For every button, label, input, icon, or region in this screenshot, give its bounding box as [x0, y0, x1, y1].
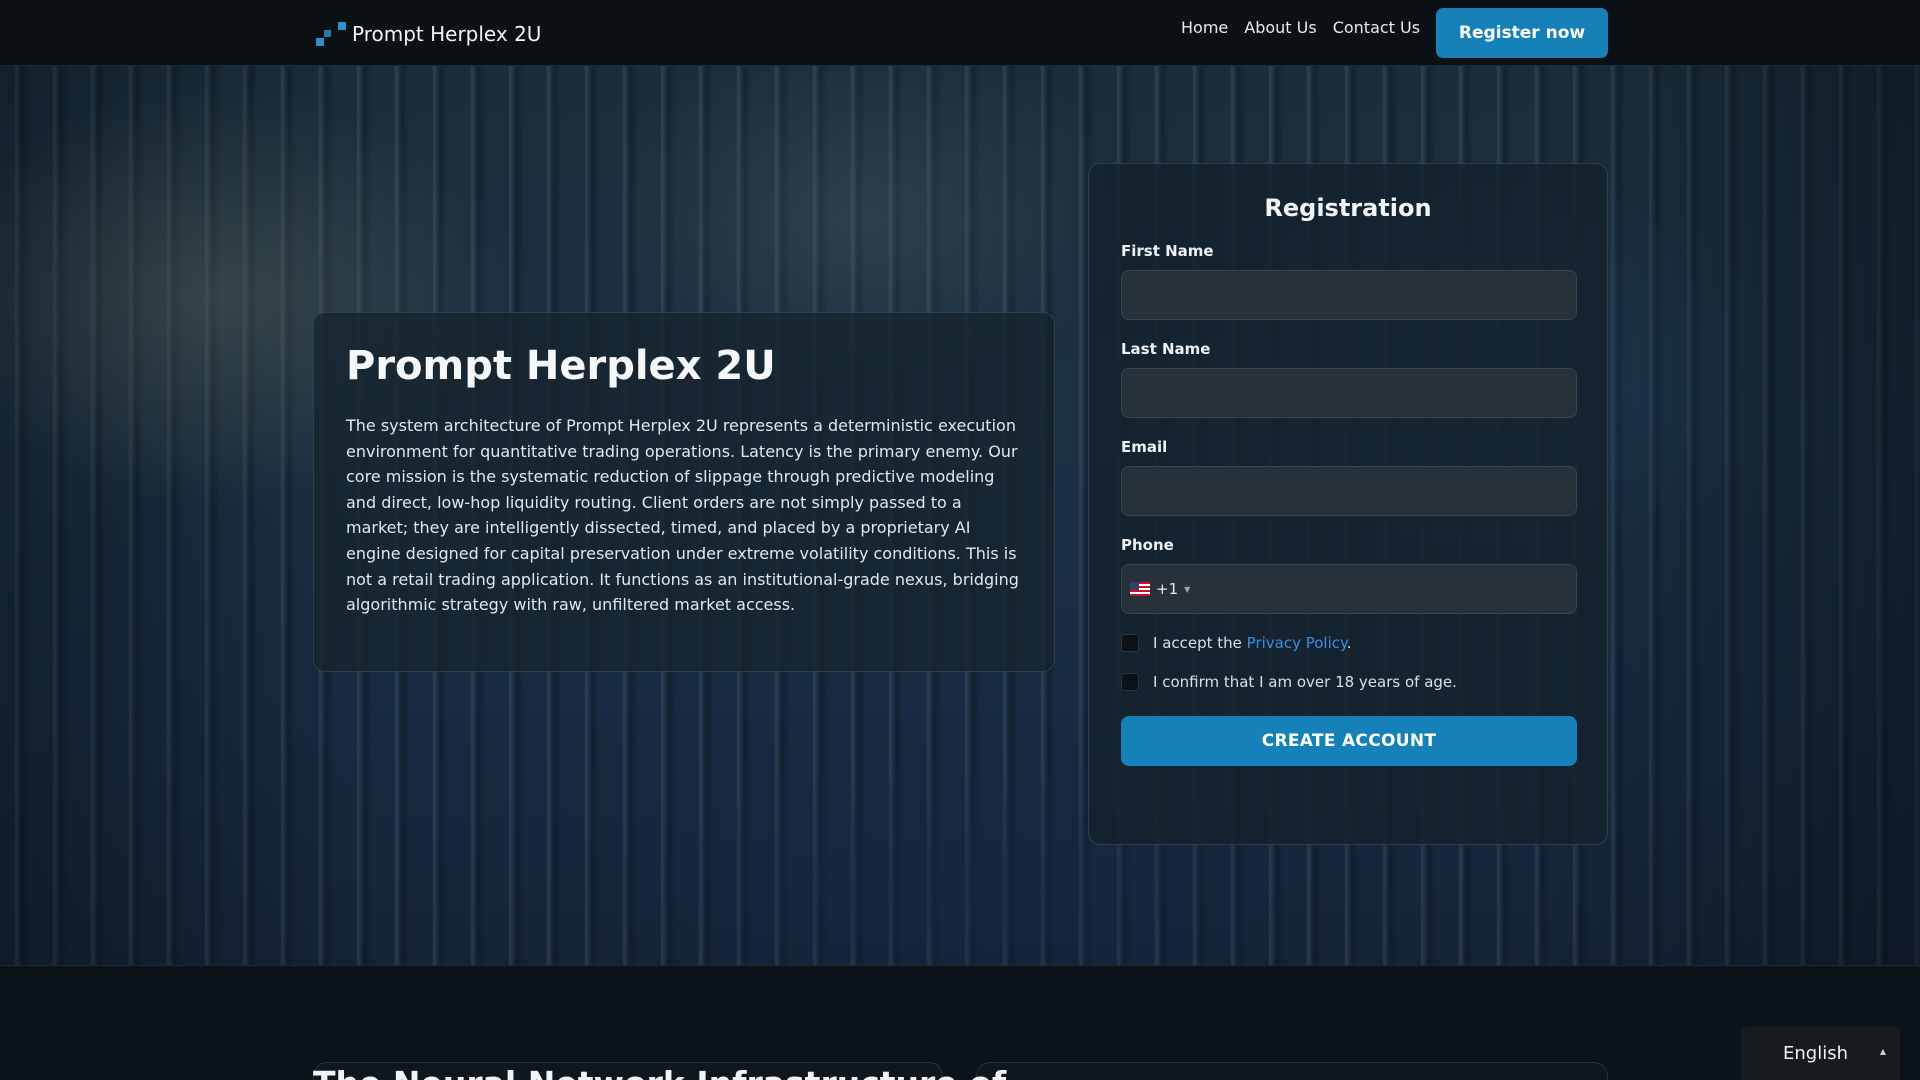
top-navbar: Prompt Herplex 2U Home About Us Contact … [0, 0, 1920, 66]
email-label: Email [1121, 438, 1168, 456]
phone-label: Phone [1121, 536, 1174, 554]
brand-logo-icon [316, 18, 348, 50]
age-consent-row: I confirm that I am over 18 years of age… [1121, 673, 1575, 691]
register-now-button[interactable]: Register now [1436, 8, 1608, 58]
nav-link-contact-us[interactable]: Contact Us [1333, 18, 1420, 37]
email-input[interactable] [1121, 466, 1577, 516]
language-selector[interactable]: English ▲ [1741, 1027, 1900, 1080]
privacy-policy-link[interactable]: Privacy Policy [1247, 634, 1347, 652]
privacy-suffix: . [1346, 634, 1352, 652]
us-flag-icon[interactable] [1130, 582, 1150, 596]
nav-links: Home About Us Contact Us [1181, 18, 1436, 37]
brand[interactable]: Prompt Herplex 2U [316, 18, 541, 50]
privacy-policy-checkbox[interactable] [1121, 634, 1139, 652]
first-name-input[interactable] [1121, 270, 1577, 320]
intro-title: Prompt Herplex 2U [346, 343, 776, 389]
registration-form: Registration First Name Last Name Email … [1088, 163, 1608, 845]
features-section: The Neural Network Infrastructure of [0, 965, 1920, 1080]
feature-card-right [976, 1062, 1608, 1080]
phone-country-code[interactable]: +1 [1156, 580, 1178, 598]
hero-section: Prompt Herplex 2U The system architectur… [0, 66, 1920, 965]
features-heading: The Neural Network Infrastructure of [313, 1064, 1006, 1080]
intro-text: The system architecture of Prompt Herple… [346, 416, 1019, 615]
age-confirm-text: I confirm that I am over 18 years of age… [1153, 673, 1457, 691]
privacy-consent-row: I accept the Privacy Policy. [1121, 634, 1575, 652]
privacy-consent-text: I accept the Privacy Policy. [1153, 634, 1352, 652]
language-label: English [1783, 1043, 1848, 1064]
intro-card: Prompt Herplex 2U The system architectur… [313, 312, 1055, 672]
age-confirm-checkbox[interactable] [1121, 673, 1139, 691]
chevron-up-icon: ▲ [1879, 1047, 1886, 1056]
nav-link-home[interactable]: Home [1181, 18, 1228, 37]
nav-link-about-us[interactable]: About Us [1244, 18, 1316, 37]
last-name-input[interactable] [1121, 368, 1577, 418]
last-name-label: Last Name [1121, 340, 1211, 358]
brand-name: Prompt Herplex 2U [352, 22, 542, 46]
first-name-label: First Name [1121, 242, 1214, 260]
create-account-button[interactable]: CREATE ACCOUNT [1121, 716, 1577, 766]
phone-input[interactable]: +1 ▼ [1121, 564, 1577, 614]
registration-title: Registration [1264, 194, 1432, 222]
chevron-down-icon[interactable]: ▼ [1184, 585, 1190, 594]
privacy-prefix: I accept the [1153, 634, 1247, 652]
